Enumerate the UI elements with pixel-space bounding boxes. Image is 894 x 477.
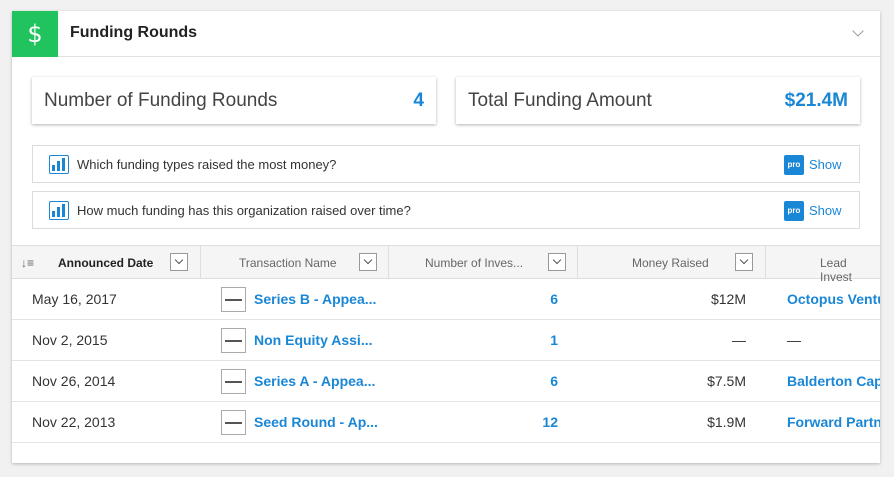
total-funding-label: Total Funding Amount: [468, 90, 652, 111]
company-logo: [221, 328, 246, 353]
question-text: Which funding types raised the most mone…: [77, 157, 337, 172]
bar-chart-icon: [49, 155, 69, 174]
table-header: ↓≡ Announced Date Transaction Name Numbe…: [12, 245, 880, 284]
pro-badge: pro: [784, 155, 804, 175]
card-header[interactable]: $ Funding Rounds: [12, 11, 880, 57]
total-funding-value: $21.4M: [784, 90, 848, 111]
column-label: Number of Inves...: [425, 256, 524, 270]
announced-date: Nov 26, 2014: [32, 373, 116, 389]
show-link[interactable]: Show: [809, 157, 842, 172]
transaction-link[interactable]: Series A - Appea...: [254, 373, 375, 389]
dollar-icon: $: [12, 11, 58, 57]
announced-date: May 16, 2017: [32, 291, 117, 307]
question-text: How much funding has this organization r…: [77, 203, 411, 218]
question-funding-types[interactable]: Which funding types raised the most mone…: [32, 145, 860, 183]
lead-investor-link[interactable]: Forward Partne: [787, 414, 880, 430]
lead-investor: —: [787, 332, 801, 348]
investor-count-link[interactable]: 12: [542, 414, 558, 430]
column-menu-button[interactable]: [359, 253, 377, 271]
company-logo: [221, 369, 246, 394]
announced-date: Nov 2, 2015: [32, 332, 108, 348]
pro-badge: pro: [784, 201, 804, 221]
money-raised: $12M: [710, 291, 746, 307]
table-row: May 16, 2017 Series B - Appea... 6 $12M …: [12, 279, 880, 320]
announced-date: Nov 22, 2013: [32, 414, 116, 430]
lead-investor-link[interactable]: Balderton Capi: [787, 373, 880, 389]
column-menu-button[interactable]: [170, 253, 188, 271]
chevron-down-icon[interactable]: [852, 25, 864, 37]
table-row: Nov 2, 2015 Non Equity Assi... 1 — —: [12, 320, 880, 361]
card-title: Funding Rounds: [70, 24, 198, 41]
transaction-link[interactable]: Non Equity Assi...: [254, 332, 373, 348]
column-menu-button[interactable]: [735, 253, 753, 271]
column-label: Transaction Name: [239, 256, 337, 270]
sort-icon[interactable]: ↓≡: [21, 256, 37, 270]
funding-rounds-count-label: Number of Funding Rounds: [44, 90, 278, 111]
column-lead-investors[interactable]: Lead Invest: [766, 246, 880, 284]
funding-rounds-count-card: Number of Funding Rounds 4: [32, 77, 436, 124]
show-link[interactable]: Show: [809, 203, 842, 218]
funding-rounds-count-value: 4: [413, 90, 424, 111]
column-label: Announced Date: [58, 256, 154, 270]
total-funding-card: Total Funding Amount $21.4M: [456, 77, 860, 124]
lead-investor-link[interactable]: Octopus Ventu: [787, 291, 880, 307]
company-logo: [221, 287, 246, 312]
money-raised: $7.5M: [707, 373, 746, 389]
investor-count-link[interactable]: 6: [550, 291, 558, 307]
money-raised: —: [732, 332, 746, 348]
column-money-raised[interactable]: Money Raised: [578, 246, 766, 279]
column-announced-date[interactable]: ↓≡ Announced Date: [12, 246, 201, 279]
funding-rounds-card: $ Funding Rounds Number of Funding Round…: [12, 11, 880, 463]
investor-count-link[interactable]: 6: [550, 373, 558, 389]
table-row: Nov 22, 2013 Seed Round - Ap... 12 $1.9M…: [12, 402, 880, 443]
column-menu-button[interactable]: [548, 253, 566, 271]
column-label: Money Raised: [632, 256, 709, 270]
company-logo: [221, 410, 246, 435]
investor-count-link[interactable]: 1: [550, 332, 558, 348]
column-number-of-investors[interactable]: Number of Inves...: [389, 246, 578, 279]
question-funding-over-time[interactable]: How much funding has this organization r…: [32, 191, 860, 229]
money-raised: $1.9M: [707, 414, 746, 430]
column-transaction-name[interactable]: Transaction Name: [201, 246, 389, 279]
table-row: Nov 26, 2014 Series A - Appea... 6 $7.5M…: [12, 361, 880, 402]
transaction-link[interactable]: Series B - Appea...: [254, 291, 376, 307]
transaction-link[interactable]: Seed Round - Ap...: [254, 414, 378, 430]
bar-chart-icon: [49, 201, 69, 220]
